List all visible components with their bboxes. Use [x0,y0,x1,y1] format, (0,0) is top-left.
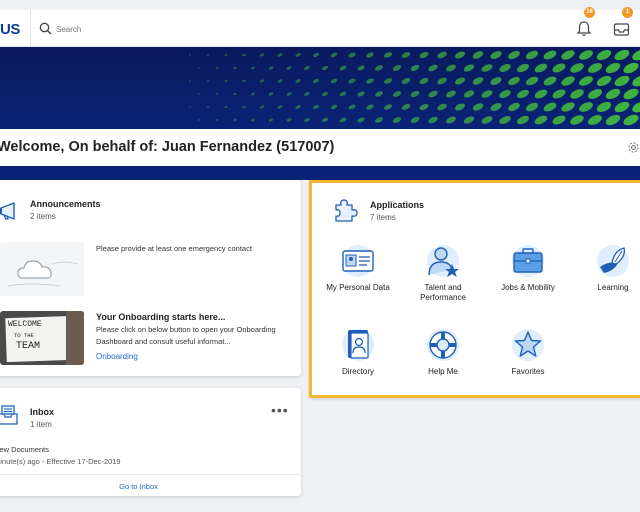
inbox-item-title[interactable]: New Documents [0,445,49,454]
welcome-sign-line-3: TEAM [16,341,41,352]
cloud-icon [7,260,79,287]
directory-icon [342,329,374,361]
bell-icon[interactable] [576,20,592,38]
lifebuoy-icon [427,329,459,361]
app-learning[interactable]: Learning [573,243,640,293]
onboarding-title[interactable]: Your Onboarding starts here... [96,311,225,323]
app-help-me[interactable]: Help Me [403,327,483,377]
app-jobs-and-mobility[interactable]: Jobs & Mobility [488,243,568,293]
app-label: Talent and Performance [420,283,466,302]
applications-count: 7 items [370,213,396,222]
inbox-icon [0,405,18,425]
banner-pattern [188,49,640,126]
inbox-card: Inbox 1 item ••• New Documents minute(s)… [0,388,301,496]
welcome-sign-line-1: WELCOME [8,320,42,329]
search-icon [39,22,52,35]
hero-banner [0,47,640,129]
gear-icon[interactable] [627,141,640,154]
app-label: Help Me [428,367,458,376]
app-label: My Personal Data [326,283,390,292]
welcome-bar: Welcome, On behalf of: Juan Fernandez (5… [0,129,640,166]
announcements-count: 2 items [30,212,56,221]
app-directory[interactable]: Directory [318,327,398,377]
announcement-image-welcome: WELCOME TO THE TEAM [0,311,84,365]
announcements-card: Announcements 2 items Please provide at … [0,180,301,376]
star-icon [512,329,544,361]
top-bar: US [0,10,640,47]
app-label: Jobs & Mobility [501,283,555,292]
banner-strip [0,166,640,180]
more-options-icon[interactable]: ••• [271,402,289,418]
go-to-inbox-link[interactable]: Go to Inbox [0,482,281,491]
onboarding-link[interactable]: Onboarding [96,352,138,361]
inbox-tray-icon[interactable] [613,21,630,37]
id-card-icon [342,245,374,277]
applications-card: Applications 7 items My Personal Data Ta… [309,180,640,398]
app-favorites[interactable]: Favorites [488,327,568,377]
page-title: Welcome, On behalf of: Juan Fernandez (5… [0,139,335,155]
inbox-badge: 1 [622,7,633,18]
announcement-image-cloud [0,242,84,296]
divider [30,10,31,47]
person-star-icon [427,245,459,277]
app-my-personal-data[interactable]: My Personal Data [318,243,398,293]
inbox-count: 1 item [30,420,52,429]
inbox-title: Inbox [30,407,54,417]
app-label: Directory [341,367,374,376]
app-talent-and-performance[interactable]: Talent and Performance [403,243,483,303]
divider [0,474,301,475]
learning-icon [597,245,629,277]
inbox-item-meta: minute(s) ago - Effective 17-Dec-2019 [0,457,121,466]
app-label: Learning [597,283,629,292]
notifications-badge: 16 [584,7,595,18]
app-label: Favorites [511,367,545,376]
search-input[interactable] [56,19,356,39]
briefcase-icon [512,245,544,277]
applications-title: Applications [370,200,425,210]
megaphone-icon [0,202,15,220]
onboarding-text: Please click on below button to open you… [96,325,276,346]
logo[interactable]: US [0,21,20,38]
welcome-sign-line-2: TO THE [14,332,34,339]
announcements-title: Announcements [30,199,101,209]
puzzle-icon [335,199,358,222]
announcement-text-1[interactable]: Please provide at least one emergency co… [96,243,286,255]
